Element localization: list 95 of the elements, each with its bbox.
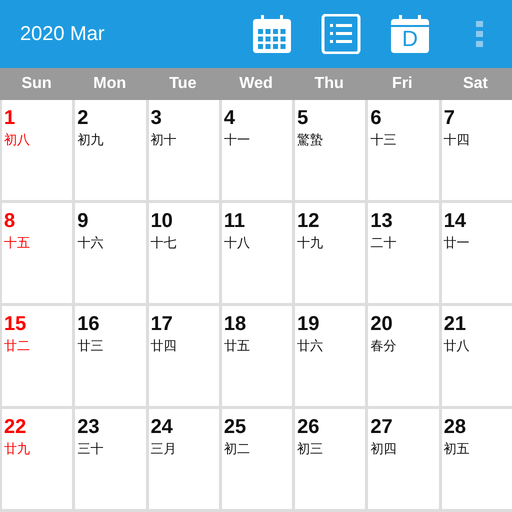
overflow-menu-icon[interactable] xyxy=(476,21,484,47)
day-number: 19 xyxy=(297,312,320,336)
lunar-date: 三十 xyxy=(77,440,104,458)
day-number: 20 xyxy=(370,312,394,336)
lunar-date: 十八 xyxy=(224,234,251,252)
lunar-date: 十五 xyxy=(4,234,31,252)
day-number: 8 xyxy=(4,209,16,233)
weekday-label: Sat xyxy=(462,75,489,93)
lunar-date: 十七 xyxy=(150,234,178,252)
day-number: 4 xyxy=(224,106,236,130)
lunar-date: 春分 xyxy=(370,337,398,355)
weekday-label: Mon xyxy=(92,75,128,93)
day-cell[interactable]: 16 廿三 xyxy=(75,306,146,406)
day-number: 6 xyxy=(370,106,383,130)
day-number: 27 xyxy=(370,415,394,439)
day-number: 12 xyxy=(297,209,320,233)
day-cell[interactable]: 6 十三 xyxy=(368,100,439,200)
day-cell[interactable]: 17 廿四 xyxy=(148,306,219,406)
day-number: 28 xyxy=(444,415,467,439)
lunar-date: 初八 xyxy=(4,131,31,149)
day-cell[interactable]: 23 三十 xyxy=(75,409,146,509)
lunar-date: 十三 xyxy=(370,131,398,149)
weekday-label: Fri xyxy=(391,75,414,93)
day-cell[interactable]: 13 二十 xyxy=(368,203,439,303)
day-cell[interactable]: 3 初十 xyxy=(148,100,219,200)
lunar-date: 十四 xyxy=(444,131,471,149)
day-cell[interactable]: 10 十七 xyxy=(148,203,219,303)
lunar-date: 十一 xyxy=(224,131,251,149)
lunar-date: 初五 xyxy=(444,440,471,458)
day-cell[interactable]: 15 廿二 xyxy=(2,306,72,406)
day-cell[interactable]: 28 初五 xyxy=(442,409,512,509)
lunar-date: 十六 xyxy=(77,234,104,252)
day-number: 1 xyxy=(4,106,16,130)
lunar-date: 廿四 xyxy=(150,337,178,355)
day-cell[interactable]: 20 春分 xyxy=(368,306,439,406)
lunar-date: 初二 xyxy=(224,440,251,458)
day-cell[interactable]: 27 初四 xyxy=(368,409,439,509)
weekday-label: Sun xyxy=(20,75,53,93)
day-number: 17 xyxy=(150,312,174,336)
day-cell[interactable]: 19 廿六 xyxy=(295,306,366,406)
day-cell[interactable]: 12 十九 xyxy=(295,203,366,303)
day-cell[interactable]: 8 十五 xyxy=(2,203,72,303)
day-cell[interactable]: 18 廿五 xyxy=(222,306,292,406)
day-cell[interactable]: 25 初二 xyxy=(222,409,292,509)
day-number: 2 xyxy=(77,106,90,130)
lunar-date: 三月 xyxy=(150,440,178,458)
day-number: 25 xyxy=(224,415,248,439)
day-number: 24 xyxy=(150,415,174,439)
lunar-date: 初三 xyxy=(297,440,324,458)
lunar-date: 廿八 xyxy=(444,337,471,355)
day-number: 26 xyxy=(297,415,320,439)
list-view-icon[interactable] xyxy=(321,14,361,54)
day-cell[interactable]: 22 廿九 xyxy=(2,409,72,509)
day-number: 11 xyxy=(224,209,246,233)
day-cell[interactable]: 24 三月 xyxy=(148,409,219,509)
lunar-date: 二十 xyxy=(370,234,398,252)
day-number: 22 xyxy=(4,415,28,439)
day-cell[interactable]: 2 初九 xyxy=(75,100,146,200)
lunar-date: 十九 xyxy=(297,234,324,252)
lunar-date: 廿二 xyxy=(4,337,31,355)
day-cell[interactable]: 4 十一 xyxy=(222,100,292,200)
day-cell[interactable]: 21 廿八 xyxy=(442,306,512,406)
day-number: 16 xyxy=(77,312,101,336)
lunar-date: 廿一 xyxy=(444,234,471,252)
day-cell[interactable]: 1 初八 xyxy=(2,100,72,200)
day-cell[interactable]: 14 廿一 xyxy=(442,203,512,303)
day-number: 18 xyxy=(224,312,248,336)
lunar-date: 廿六 xyxy=(297,337,324,355)
day-number: 23 xyxy=(77,415,101,439)
day-cell[interactable]: 5 驚蟄 xyxy=(295,100,366,200)
day-number: 7 xyxy=(444,106,456,130)
day-number: 21 xyxy=(444,312,467,336)
lunar-date: 廿三 xyxy=(77,337,104,355)
day-cell[interactable]: 11 十八 xyxy=(222,203,292,303)
lunar-date: 驚蟄 xyxy=(297,131,324,149)
month-view-icon[interactable] xyxy=(252,14,292,54)
day-number: 5 xyxy=(297,106,310,130)
weekday-label: Wed xyxy=(238,75,274,93)
day-number: 9 xyxy=(77,209,90,233)
weekday-label: Thu xyxy=(313,75,345,93)
lunar-date: 廿九 xyxy=(4,440,31,458)
lunar-date: 初四 xyxy=(370,440,398,458)
weekday-label: Tue xyxy=(168,75,198,93)
day-number: 13 xyxy=(370,209,394,233)
month-title: 2020 Mar xyxy=(20,22,104,46)
day-number: 15 xyxy=(4,312,28,336)
lunar-date: 初十 xyxy=(150,131,178,149)
day-cell[interactable]: 9 十六 xyxy=(75,203,146,303)
day-cell[interactable]: 7 十四 xyxy=(442,100,512,200)
day-number: 3 xyxy=(150,106,163,130)
lunar-date: 初九 xyxy=(77,131,104,149)
lunar-date: 廿五 xyxy=(224,337,251,355)
day-number: 10 xyxy=(150,209,174,233)
day-cell[interactable]: 26 初三 xyxy=(295,409,366,509)
day-number: 14 xyxy=(444,209,467,233)
